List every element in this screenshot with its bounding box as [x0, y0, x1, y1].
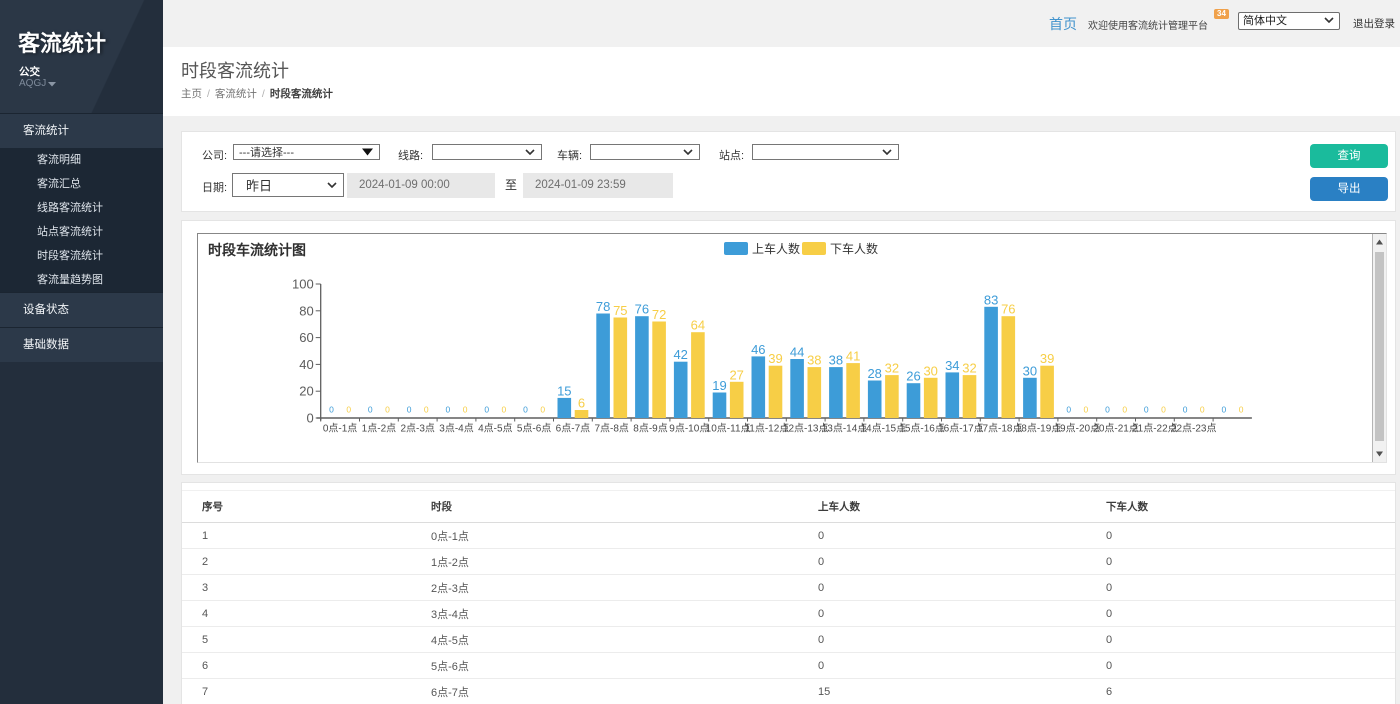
svg-text:9点-10点: 9点-10点 — [669, 422, 709, 434]
svg-text:19: 19 — [712, 378, 726, 393]
svg-text:32: 32 — [962, 361, 976, 376]
svg-text:6: 6 — [578, 396, 585, 411]
svg-text:0: 0 — [1239, 405, 1244, 415]
svg-text:3点-4点: 3点-4点 — [439, 422, 473, 434]
svg-text:76: 76 — [635, 302, 649, 317]
svg-text:7点-8点: 7点-8点 — [594, 422, 628, 434]
svg-text:44: 44 — [790, 345, 804, 360]
svg-text:0: 0 — [306, 411, 313, 426]
svg-text:39: 39 — [1040, 351, 1054, 366]
svg-text:0: 0 — [502, 405, 507, 415]
svg-text:0: 0 — [1084, 405, 1089, 415]
svg-text:0: 0 — [407, 405, 412, 415]
svg-text:2点-3点: 2点-3点 — [400, 422, 434, 434]
svg-text:34: 34 — [945, 358, 959, 373]
svg-text:8点-9点: 8点-9点 — [633, 422, 667, 434]
svg-text:42: 42 — [673, 347, 687, 362]
svg-text:0: 0 — [1105, 405, 1110, 415]
svg-text:32: 32 — [885, 361, 899, 376]
svg-text:0: 0 — [446, 405, 451, 415]
svg-text:0: 0 — [346, 405, 351, 415]
svg-text:4点-5点: 4点-5点 — [478, 422, 512, 434]
svg-text:0: 0 — [329, 405, 334, 415]
svg-text:0: 0 — [1122, 405, 1127, 415]
svg-text:41: 41 — [846, 349, 860, 364]
svg-text:15: 15 — [557, 383, 571, 398]
svg-text:72: 72 — [652, 307, 666, 322]
svg-text:0: 0 — [463, 405, 468, 415]
svg-text:22点-23点: 22点-23点 — [1171, 422, 1217, 434]
svg-text:0: 0 — [424, 405, 429, 415]
svg-text:上车人数: 上车人数 — [752, 241, 800, 256]
svg-text:0: 0 — [385, 405, 390, 415]
svg-text:0: 0 — [1161, 405, 1166, 415]
svg-text:6点-7点: 6点-7点 — [556, 422, 590, 434]
svg-text:39: 39 — [768, 351, 782, 366]
svg-text:0: 0 — [1066, 405, 1071, 415]
svg-text:0: 0 — [484, 405, 489, 415]
svg-text:下车人数: 下车人数 — [830, 241, 878, 256]
svg-text:38: 38 — [829, 353, 843, 368]
svg-text:20: 20 — [299, 384, 313, 399]
svg-text:60: 60 — [299, 330, 313, 345]
svg-text:40: 40 — [299, 357, 313, 372]
svg-text:0: 0 — [540, 405, 545, 415]
svg-text:0点-1点: 0点-1点 — [323, 422, 357, 434]
svg-text:0: 0 — [1183, 405, 1188, 415]
svg-text:0: 0 — [1200, 405, 1205, 415]
svg-text:28: 28 — [867, 366, 881, 381]
svg-text:64: 64 — [691, 318, 705, 333]
svg-text:46: 46 — [751, 342, 765, 357]
svg-text:0: 0 — [1222, 405, 1227, 415]
svg-text:1点-2点: 1点-2点 — [362, 422, 396, 434]
svg-text:时段车流统计图: 时段车流统计图 — [208, 242, 306, 258]
svg-text:27: 27 — [729, 367, 743, 382]
svg-text:80: 80 — [299, 303, 313, 318]
svg-text:75: 75 — [613, 303, 627, 318]
svg-text:0: 0 — [368, 405, 373, 415]
svg-text:78: 78 — [596, 299, 610, 314]
svg-text:83: 83 — [984, 292, 998, 307]
svg-text:100: 100 — [292, 277, 314, 292]
svg-text:76: 76 — [1001, 302, 1015, 317]
svg-text:30: 30 — [923, 363, 937, 378]
svg-text:0: 0 — [1144, 405, 1149, 415]
svg-text:5点-6点: 5点-6点 — [517, 422, 551, 434]
svg-text:0: 0 — [523, 405, 528, 415]
svg-text:30: 30 — [1023, 363, 1037, 378]
svg-text:38: 38 — [807, 353, 821, 368]
svg-text:26: 26 — [906, 369, 920, 384]
